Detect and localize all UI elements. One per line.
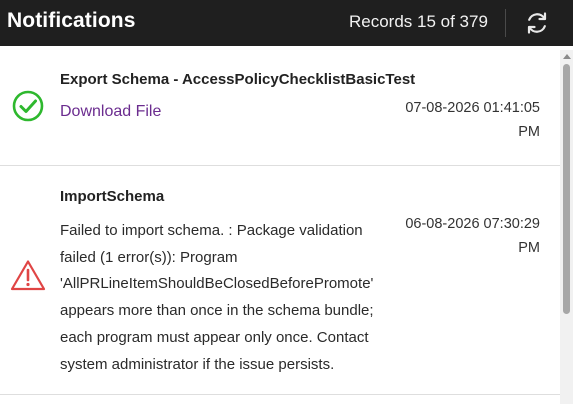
records-counter: Records 15 of 379 xyxy=(349,12,488,31)
notification-list[interactable]: Export Schema - AccessPolicyChecklistBas… xyxy=(0,50,560,404)
scrollbar[interactable] xyxy=(560,50,573,404)
notification-message: Failed to import schema. : Package valid… xyxy=(60,222,374,373)
scroll-up-arrow-icon[interactable] xyxy=(563,54,571,59)
download-file-link[interactable]: Download File xyxy=(60,103,161,121)
refresh-button[interactable] xyxy=(521,7,553,39)
notifications-header: Notifications Records 15 of 379 xyxy=(0,0,573,46)
notification-item: Export Schema - AccessPolicyChecklistBas… xyxy=(0,50,560,166)
notification-timestamp: 07-08-2026 01:41:05 PM xyxy=(405,100,540,140)
notification-title: ImportSchema xyxy=(60,188,165,205)
header-divider xyxy=(505,9,506,37)
notification-timestamp: 06-08-2026 07:30:29 PM xyxy=(405,216,540,256)
refresh-icon xyxy=(527,12,547,34)
check-circle-icon xyxy=(12,90,44,122)
warning-triangle-icon xyxy=(10,260,46,291)
notification-item: ImportSchema Failed to import schema. : … xyxy=(0,166,560,395)
scrollbar-thumb[interactable] xyxy=(563,64,570,314)
notification-title: Export Schema - AccessPolicyChecklistBas… xyxy=(60,71,416,88)
panel-title: Notifications xyxy=(7,9,136,32)
